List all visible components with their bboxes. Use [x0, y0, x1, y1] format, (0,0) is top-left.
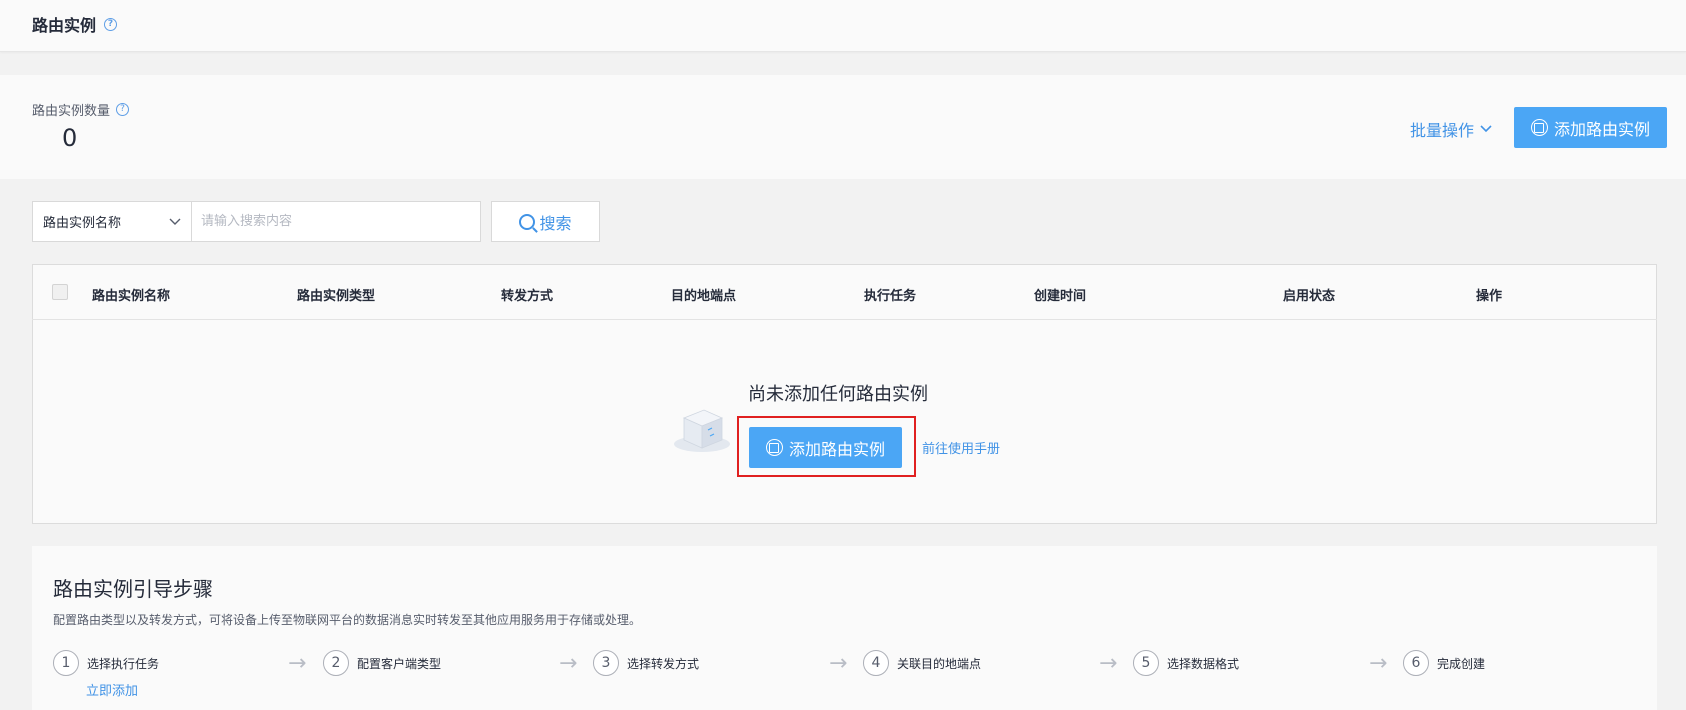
search-button[interactable]: 搜索: [491, 201, 600, 242]
arrow-right-icon: →: [1099, 651, 1118, 676]
column-header-name[interactable]: 路由实例名称: [92, 285, 170, 304]
empty-state-add-label: 添加路由实例: [788, 439, 885, 459]
search-button-label: 搜索: [539, 213, 572, 233]
add-now-link[interactable]: 立即添加: [86, 680, 138, 699]
question-circle-icon[interactable]: ?: [116, 103, 130, 116]
search-field-select[interactable]: 路由实例名称: [32, 201, 191, 242]
guide-step-5: 5 选择数据格式: [1133, 650, 1239, 676]
column-header-task: 执行任务: [864, 289, 917, 304]
add-instance-icon: [1530, 119, 1548, 136]
step-label: 选择执行任务: [87, 656, 160, 671]
instance-count-label: 路由实例数量 ?: [32, 100, 130, 119]
step-label: 完成创建: [1437, 656, 1486, 671]
search-input[interactable]: [191, 201, 481, 242]
step-number: 5: [1133, 650, 1159, 676]
instance-count-value: 0: [62, 124, 78, 152]
step-number: 4: [863, 650, 889, 676]
chevron-down-icon: [169, 218, 181, 225]
empty-state-add-button[interactable]: 添加路由实例: [749, 427, 902, 468]
user-manual-link[interactable]: 前往使用手册: [922, 438, 1000, 457]
chevron-down-icon: [1480, 125, 1492, 133]
batch-operations-dropdown[interactable]: 批量操作: [1410, 117, 1492, 141]
search-field-selected: 路由实例名称: [43, 216, 122, 231]
guide-step-3: 3 选择转发方式: [593, 650, 699, 676]
guide-title: 路由实例引导步骤: [53, 577, 213, 601]
guide-step-4: 4 关联目的地端点: [863, 650, 981, 676]
arrow-right-icon: →: [829, 651, 848, 676]
step-label: 关联目的地端点: [897, 656, 982, 671]
step-number: 3: [593, 650, 619, 676]
step-label: 选择转发方式: [627, 656, 700, 671]
column-header-status[interactable]: 启用状态: [1283, 285, 1335, 304]
batch-operations-label: 批量操作: [1410, 121, 1475, 140]
guide-panel: [32, 546, 1657, 710]
step-number: 6: [1403, 650, 1429, 676]
column-header-actions: 操作: [1476, 289, 1503, 304]
step-number: 1: [53, 650, 79, 676]
guide-step-2: 2 配置客户端类型: [323, 650, 441, 676]
column-header-created-time[interactable]: 创建时间: [1034, 285, 1086, 304]
search-icon: [519, 213, 536, 230]
instance-count-label-text: 路由实例数量: [32, 104, 111, 119]
add-route-instance-button[interactable]: 添加路由实例: [1514, 107, 1667, 148]
page-title: 路由实例 ?: [32, 12, 118, 36]
guide-step-1: 1 选择执行任务: [53, 650, 159, 676]
step-number: 2: [323, 650, 349, 676]
add-route-instance-label: 添加路由实例: [1553, 119, 1650, 139]
step-label: 选择数据格式: [1167, 656, 1240, 671]
table-header: [32, 264, 1657, 320]
empty-cube-icon: [674, 409, 730, 452]
column-header-forward-method: 转发方式: [501, 289, 554, 304]
step-label: 配置客户端类型: [357, 656, 442, 671]
column-header-destination: 目的地端点: [671, 289, 737, 304]
column-header-type: 路由实例类型: [297, 289, 376, 304]
empty-state-title: 尚未添加任何路由实例: [748, 384, 928, 405]
arrow-right-icon: →: [288, 651, 307, 676]
question-circle-icon[interactable]: ?: [104, 17, 118, 31]
arrow-right-icon: →: [1369, 651, 1388, 676]
guide-description: 配置路由类型以及转发方式，可将设备上传至物联网平台的数据消息实时转发至其他应用服…: [53, 613, 642, 627]
select-all-checkbox[interactable]: [52, 284, 68, 300]
page-title-text: 路由实例: [32, 16, 97, 35]
add-instance-icon: [765, 439, 783, 456]
guide-step-6: 6 完成创建: [1403, 650, 1485, 676]
page-header: [0, 0, 1686, 52]
arrow-right-icon: →: [559, 651, 578, 676]
